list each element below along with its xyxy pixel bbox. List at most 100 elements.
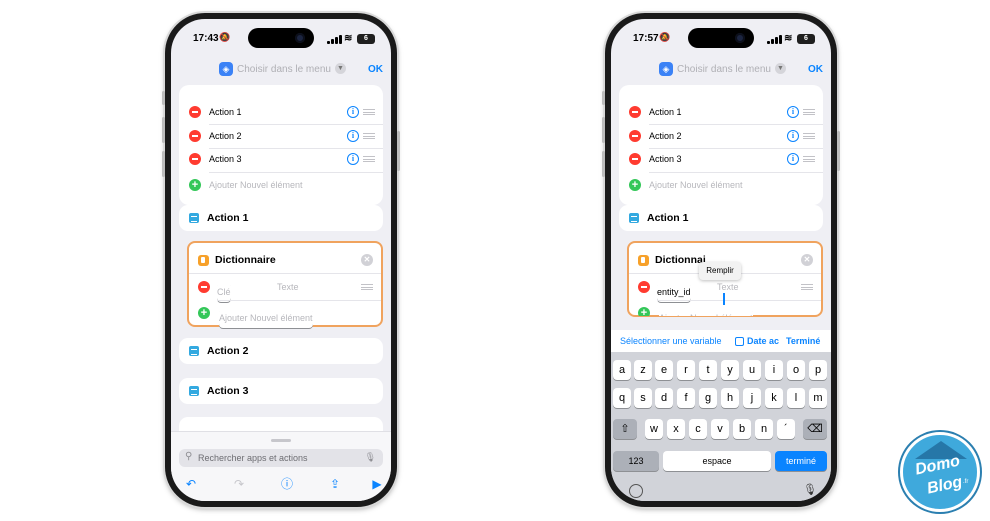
drag-handle-icon[interactable]: [803, 109, 815, 115]
info-icon[interactable]: i: [787, 106, 799, 118]
current-date-button[interactable]: Date ac: [747, 336, 779, 346]
value-field[interactable]: Texte: [277, 282, 299, 292]
add-entry-row[interactable]: + Ajouter Nouvel élément: [189, 302, 381, 328]
select-variable-button[interactable]: Sélectionner une variable: [620, 336, 722, 346]
delete-item-icon[interactable]: [629, 153, 641, 165]
info-icon[interactable]: i: [347, 153, 359, 165]
key-x[interactable]: x: [667, 419, 685, 439]
ok-button[interactable]: OK: [808, 64, 823, 75]
info-icon[interactable]: i: [787, 153, 799, 165]
play-icon[interactable]: ▶: [369, 476, 385, 492]
add-item-label[interactable]: Ajouter Nouvel élément: [649, 180, 743, 190]
menu-item-label[interactable]: Action 1: [649, 107, 682, 117]
menu-item-label[interactable]: Action 2: [649, 131, 682, 141]
info-icon[interactable]: i: [787, 130, 799, 142]
dictionary-action-card[interactable]: Dictionnaire ✕ Clé Texte + Ajouter Nouve…: [187, 241, 383, 328]
menu-item-label[interactable]: Action 2: [209, 131, 242, 141]
add-icon[interactable]: +: [638, 307, 650, 316]
key-accent[interactable]: ´: [777, 419, 795, 439]
shift-key[interactable]: ⇧: [613, 419, 637, 439]
done-button[interactable]: Terminé: [786, 336, 820, 346]
menu-item-label[interactable]: Action 1: [209, 107, 242, 117]
key-w[interactable]: w: [645, 419, 663, 439]
key-r[interactable]: r: [677, 360, 695, 380]
key-s[interactable]: s: [634, 388, 652, 408]
key-m[interactable]: m: [809, 388, 827, 408]
key-l[interactable]: l: [787, 388, 805, 408]
key-j[interactable]: j: [743, 388, 761, 408]
key-t[interactable]: t: [699, 360, 717, 380]
delete-item-icon[interactable]: [629, 106, 641, 118]
add-entry-row[interactable]: + Ajouter Nouvel élément: [629, 302, 821, 316]
key-v[interactable]: v: [711, 419, 729, 439]
add-item-row[interactable]: + Ajouter Nouvel élément: [619, 174, 823, 196]
delete-item-icon[interactable]: [629, 130, 641, 142]
key-n[interactable]: n: [755, 419, 773, 439]
key-field[interactable]: Clé: [217, 282, 231, 302]
undo-icon[interactable]: ↶: [183, 476, 199, 492]
menu-item-label[interactable]: Action 3: [209, 154, 242, 164]
drag-handle-icon[interactable]: [363, 109, 375, 115]
drag-handle-icon[interactable]: [803, 156, 815, 162]
action-1-card[interactable]: Action 1: [179, 205, 383, 231]
add-icon[interactable]: +: [189, 179, 201, 191]
delete-item-icon[interactable]: [189, 130, 201, 142]
shortcut-app-icon[interactable]: ◈: [219, 62, 233, 76]
space-key[interactable]: espace: [663, 451, 771, 471]
drag-handle-icon[interactable]: [803, 133, 815, 139]
drag-handle-icon[interactable]: [363, 156, 375, 162]
shortcut-title[interactable]: Choisir dans le menu: [677, 64, 771, 75]
key-q[interactable]: q: [613, 388, 631, 408]
drawer-handle[interactable]: [271, 439, 291, 442]
close-icon[interactable]: ✕: [801, 254, 813, 266]
key-c[interactable]: c: [689, 419, 707, 439]
action-3-card[interactable]: Action 3: [179, 378, 383, 404]
microphone-icon[interactable]: 🎙: [803, 483, 817, 496]
key-i[interactable]: i: [765, 360, 783, 380]
drag-handle-icon[interactable]: [801, 284, 813, 290]
delete-item-icon[interactable]: [189, 106, 201, 118]
emoji-icon[interactable]: [629, 484, 643, 498]
key-g[interactable]: g: [699, 388, 717, 408]
close-icon[interactable]: ✕: [361, 254, 373, 266]
action-2-card[interactable]: Action 2: [179, 338, 383, 364]
share-icon[interactable]: ⇪: [327, 476, 343, 492]
add-icon[interactable]: +: [198, 307, 210, 319]
add-item-label[interactable]: Ajouter Nouvel élément: [209, 180, 303, 190]
key-z[interactable]: z: [634, 360, 652, 380]
fill-tooltip[interactable]: Remplir: [699, 262, 741, 280]
menu-item-label[interactable]: Action 3: [649, 154, 682, 164]
info-icon[interactable]: i: [347, 106, 359, 118]
key-f[interactable]: f: [677, 388, 695, 408]
delete-entry-icon[interactable]: [638, 281, 650, 293]
drag-handle-icon[interactable]: [363, 133, 375, 139]
key-u[interactable]: u: [743, 360, 761, 380]
shortcut-app-icon[interactable]: ◈: [659, 62, 673, 76]
search-input[interactable]: ⚲ Rechercher apps et actions 🎙: [179, 449, 383, 467]
key-a[interactable]: a: [613, 360, 631, 380]
drag-handle-icon[interactable]: [361, 284, 373, 290]
value-field[interactable]: Texte: [717, 282, 739, 292]
key-k[interactable]: k: [765, 388, 783, 408]
add-item-row[interactable]: + Ajouter Nouvel élément: [179, 174, 383, 196]
action-1-card[interactable]: Action 1: [619, 205, 823, 231]
microphone-icon[interactable]: 🎙: [365, 452, 376, 463]
delete-entry-icon[interactable]: [198, 281, 210, 293]
key-d[interactable]: d: [655, 388, 673, 408]
key-o[interactable]: o: [787, 360, 805, 380]
key-y[interactable]: y: [721, 360, 739, 380]
chevron-down-icon[interactable]: ▼: [775, 63, 786, 74]
redo-icon[interactable]: ↷: [231, 476, 247, 492]
chevron-down-icon[interactable]: ▼: [335, 63, 346, 74]
shortcut-title[interactable]: Choisir dans le menu: [237, 64, 331, 75]
key-p[interactable]: p: [809, 360, 827, 380]
key-h[interactable]: h: [721, 388, 739, 408]
key-field[interactable]: entity_id: [657, 282, 691, 302]
info-icon[interactable]: i: [347, 130, 359, 142]
add-icon[interactable]: +: [629, 179, 641, 191]
numbers-key[interactable]: 123: [613, 451, 659, 471]
return-key[interactable]: terminé: [775, 451, 827, 471]
delete-item-icon[interactable]: [189, 153, 201, 165]
key-b[interactable]: b: [733, 419, 751, 439]
key-e[interactable]: e: [655, 360, 673, 380]
